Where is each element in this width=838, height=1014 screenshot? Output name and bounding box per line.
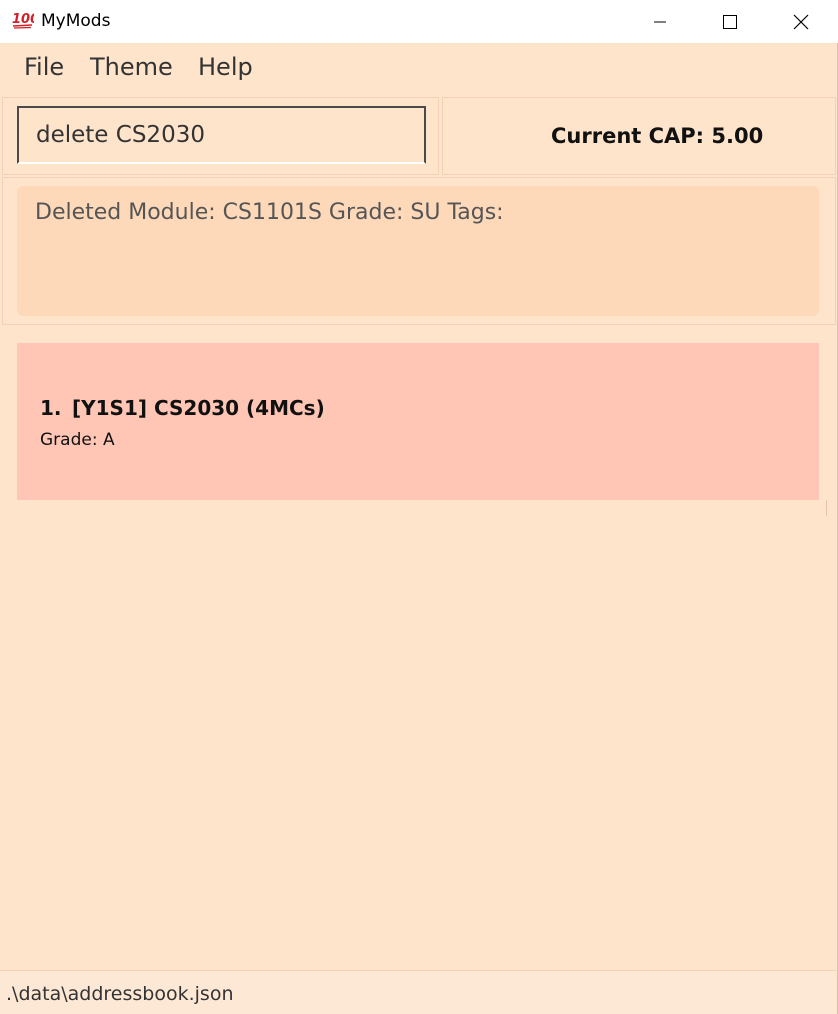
maximize-button[interactable] xyxy=(695,0,765,43)
module-card[interactable] xyxy=(17,343,819,500)
maximize-icon xyxy=(723,14,737,29)
module-title: [Y1S1] CS2030 (4MCs) xyxy=(72,396,325,420)
module-index: 1. xyxy=(40,396,62,420)
window-title: MyMods xyxy=(41,11,111,31)
title-bar[interactable]: 100 MyMods xyxy=(0,0,838,43)
close-icon xyxy=(793,14,809,29)
current-cap-label: Current CAP: 5.00 xyxy=(551,124,764,148)
save-location-path: .\data\addressbook.json xyxy=(6,983,234,1005)
minimize-button[interactable] xyxy=(625,0,695,43)
app-window: 100 MyMods File Theme Help xyxy=(0,0,838,1014)
list-scrollbar-edge[interactable] xyxy=(826,500,837,516)
close-button[interactable] xyxy=(766,0,836,43)
module-grade: Grade: A xyxy=(40,430,115,450)
result-message: Deleted Module: CS1101S Grade: SU Tags: xyxy=(35,200,504,225)
command-input[interactable] xyxy=(17,106,426,164)
minimize-icon xyxy=(654,21,666,22)
hundred-points-emoji-icon: 100 xyxy=(12,12,34,29)
menu-bar: File Theme Help xyxy=(0,43,836,97)
menu-file[interactable]: File xyxy=(24,53,64,81)
menu-help[interactable]: Help xyxy=(198,53,253,81)
menu-theme[interactable]: Theme xyxy=(90,53,173,81)
